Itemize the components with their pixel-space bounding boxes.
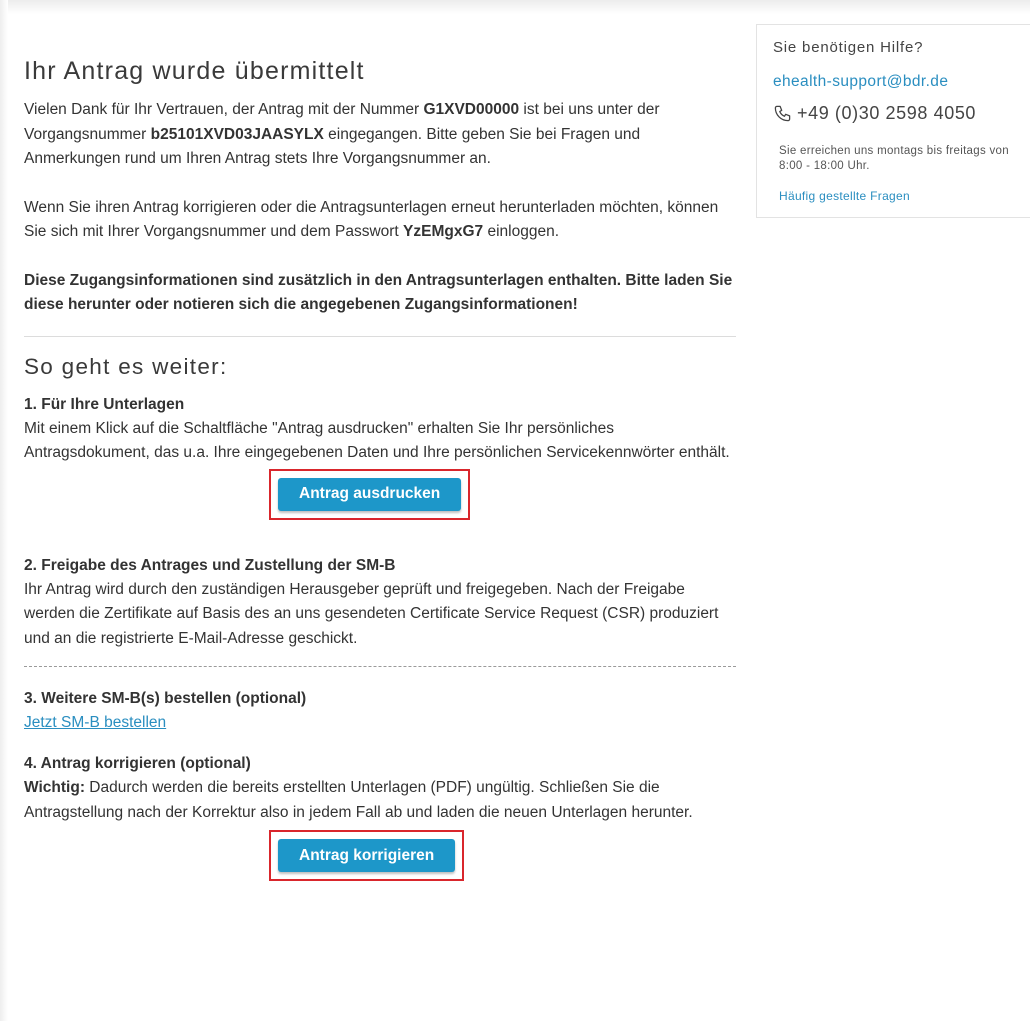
print-application-button[interactable]: Antrag ausdrucken <box>278 477 462 511</box>
faq-link[interactable]: Häufig gestellte Fragen <box>779 189 910 203</box>
confirmation-text: Vielen Dank für Ihr Vertrauen, der Antra… <box>24 101 660 167</box>
page-title: Ihr Antrag wurde übermittelt <box>24 57 365 85</box>
login-info-text: Wenn Sie ihren Antrag korrigieren oder d… <box>24 198 719 241</box>
help-title: Sie benötigen Hilfe? <box>773 39 924 56</box>
step1-title: 1. Für Ihre Unterlagen <box>24 395 185 413</box>
main-content: Ihr Antrag wurde übermittelt Vielen Dank… <box>24 54 736 881</box>
print-button-highlight: Antrag ausdrucken <box>269 468 471 520</box>
left-edge-shadow <box>0 0 8 1021</box>
step2-title: 2. Freigabe des Antrages und Zustellung … <box>24 556 396 574</box>
section-divider <box>24 335 736 337</box>
correct-button-highlight: Antrag korrigieren <box>269 830 465 881</box>
step2-text: Ihr Antrag wird durch den zuständigen He… <box>24 580 719 647</box>
step1-text: Mit einem Klick auf die Schaltfläche "An… <box>24 419 730 462</box>
correct-application-button[interactable]: Antrag korrigieren <box>278 839 456 872</box>
password-value: YzEMgxG7 <box>403 223 484 240</box>
step4-text: Wichtig: Dadurch werden die bereits erst… <box>24 779 693 821</box>
support-hours: Sie erreichen uns montags bis freitags v… <box>779 145 1009 172</box>
support-email-link[interactable]: ehealth-support@bdr.de <box>773 73 948 91</box>
help-box: Sie benötigen Hilfe? ehealth-support@bdr… <box>756 24 1030 218</box>
access-info-notice: Diese Zugangsinformationen sind zusätzli… <box>24 271 733 314</box>
important-label: Wichtig: <box>24 779 85 796</box>
phone-number: +49 (0)30 2598 4050 <box>797 103 977 123</box>
step4-title: 4. Antrag korrigieren (optional) <box>24 755 251 772</box>
process-number: b25101XVD03JAASYLX <box>150 125 324 143</box>
order-smb-link[interactable]: Jetzt SM-B bestellen <box>24 711 166 735</box>
step3-title: 3. Weitere SM-B(s) bestellen (optional) <box>24 690 307 707</box>
top-shadow <box>0 0 1030 14</box>
application-number: G1XVD00000 <box>423 101 520 118</box>
phone-icon <box>774 105 791 122</box>
support-phone: +49 (0)30 2598 4050 <box>773 103 976 124</box>
dashed-divider <box>24 666 736 667</box>
next-steps-title: So geht es weiter: <box>24 353 228 379</box>
